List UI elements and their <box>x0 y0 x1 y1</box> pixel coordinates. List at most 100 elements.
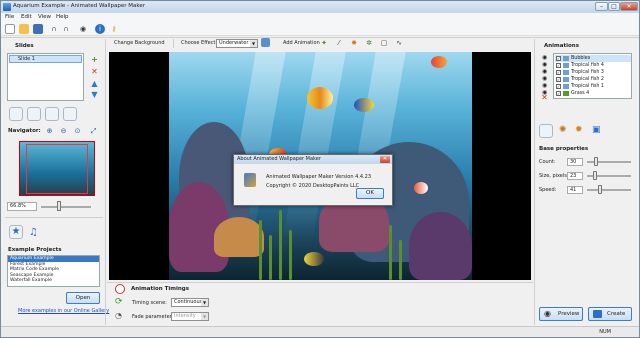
grass-animation-icon[interactable]: ✲ <box>364 38 374 48</box>
online-gallery-link[interactable]: More examples in our Online Gallery <box>18 308 109 314</box>
tropical-fish[interactable] <box>414 182 428 194</box>
move-down-icon[interactable]: ▼ <box>90 90 99 99</box>
count-field[interactable]: 30 <box>567 158 583 166</box>
preview-button[interactable]: ◉ Preview <box>539 307 583 321</box>
tropical-fish[interactable] <box>431 56 447 68</box>
checkbox[interactable]: ✓ <box>556 91 561 96</box>
timings-title: Animation Timings <box>131 286 190 292</box>
speed-slider-thumb[interactable] <box>598 185 603 194</box>
new-file-icon[interactable] <box>5 24 15 34</box>
close-button[interactable]: ✕ <box>620 2 638 11</box>
seaweed <box>389 225 392 280</box>
music-tab-icon[interactable]: ♫ <box>29 227 38 238</box>
save-icon[interactable] <box>33 24 43 34</box>
seaweed <box>279 210 282 280</box>
list-item[interactable]: ✓ Tropical fish 2 <box>555 76 631 83</box>
slides-list[interactable]: Slide 1 <box>7 53 84 101</box>
fade-parameter-label: Fade parameter: <box>132 314 174 320</box>
add-slide-icon[interactable]: + <box>90 55 99 64</box>
checkbox[interactable]: ✓ <box>556 56 561 61</box>
move-up-icon[interactable]: ▲ <box>90 79 99 88</box>
menu-edit[interactable]: Edit <box>21 14 32 20</box>
settings-tab-icon[interactable] <box>9 107 23 121</box>
fade-icon: ◔ <box>115 311 122 320</box>
zoom-out-icon[interactable]: ⊖ <box>59 127 68 136</box>
zoom-slider-track[interactable] <box>41 206 91 208</box>
menu-help[interactable]: Help <box>56 14 69 20</box>
timing-scene-select[interactable]: Continuous ▼ <box>171 298 209 307</box>
seaweed <box>399 240 402 280</box>
tropical-fish[interactable] <box>304 252 324 266</box>
zoom-slider-thumb[interactable] <box>57 201 61 211</box>
open-button[interactable]: Open <box>66 292 100 304</box>
motion-tab-icon[interactable]: ✹ <box>575 125 583 135</box>
speed-field[interactable]: 41 <box>567 186 583 194</box>
list-item[interactable]: ✓ Bubbles <box>555 55 631 62</box>
zoom-field[interactable]: 66.8% <box>7 202 37 211</box>
size-field[interactable]: 23 <box>567 172 583 180</box>
wave-animation-icon[interactable]: ∿ <box>394 38 404 48</box>
tropical-fish[interactable] <box>307 87 333 109</box>
properties-tab-icon[interactable] <box>539 124 553 138</box>
checkbox[interactable]: ✓ <box>556 77 561 82</box>
slideshow-tab-icon[interactable] <box>45 107 59 121</box>
redo-icon[interactable]: ∩ <box>61 24 71 34</box>
dialog-close-button[interactable]: ✕ <box>380 156 390 163</box>
change-background-button[interactable]: Change Background <box>114 40 165 46</box>
frame-animation-icon[interactable]: ▢ <box>379 38 389 48</box>
delete-slide-icon[interactable]: ✕ <box>90 67 99 76</box>
navigator-preview[interactable] <box>19 141 95 196</box>
effect-select[interactable]: Underwater ▼ <box>216 39 258 48</box>
open-folder-icon[interactable] <box>19 24 29 34</box>
info-icon[interactable]: i <box>95 24 105 34</box>
size-slider-thumb[interactable] <box>593 171 598 180</box>
clock-tab-icon[interactable] <box>27 107 41 121</box>
checkbox[interactable]: ✓ <box>556 84 561 89</box>
animation-icon <box>563 91 569 96</box>
checkbox[interactable]: ✓ <box>556 63 561 68</box>
example-projects-list[interactable]: Aquarium Example Forest Example Matrix C… <box>7 255 100 287</box>
fade-parameter-select[interactable]: Intensity ▼ <box>171 312 209 321</box>
tropical-fish[interactable] <box>354 98 374 112</box>
minimize-button[interactable]: – <box>595 2 608 11</box>
seaweed <box>289 230 292 280</box>
animation-icon <box>563 56 569 61</box>
create-button[interactable]: Create <box>588 307 632 321</box>
count-slider-thumb[interactable] <box>594 157 599 166</box>
maximize-button[interactable]: □ <box>608 2 620 11</box>
navigator-viewport[interactable] <box>26 144 88 194</box>
star-tab-icon[interactable]: ★ <box>9 225 23 239</box>
timing-scene-label: Timing scene: <box>132 300 167 306</box>
emitter-tab-icon[interactable]: ✺ <box>559 125 567 135</box>
bounds-tab-icon[interactable]: ▣ <box>592 125 601 135</box>
key-icon[interactable]: ⚷ <box>109 24 119 34</box>
coral-rock <box>409 212 472 280</box>
zoom-fit-icon[interactable]: ⊙ <box>73 127 82 136</box>
slide-item[interactable]: Slide 1 <box>9 55 82 63</box>
effect-settings-icon[interactable] <box>261 38 270 47</box>
seaweed <box>259 220 262 280</box>
animations-list[interactable]: ✓ Bubbles ✓ Tropical fish 4 ✓ Tropical f… <box>553 53 632 99</box>
list-item[interactable]: ✓ Tropical fish 1 <box>555 83 631 90</box>
app-logo-icon <box>244 173 256 187</box>
delete-animation-icon[interactable]: ✕ <box>540 93 549 102</box>
fire-animation-icon[interactable]: ✸ <box>349 38 359 48</box>
list-item[interactable]: ✓ Tropical fish 3 <box>555 69 631 76</box>
list-item[interactable]: ✓ Tropical fish 4 <box>555 62 631 69</box>
undo-icon[interactable]: ∩ <box>49 24 59 34</box>
export-tab-icon[interactable] <box>63 107 77 121</box>
fullscreen-icon[interactable]: ⤢ <box>89 127 98 136</box>
list-item[interactable]: ✓ Grass 4 <box>555 90 631 97</box>
speed-slider-track[interactable] <box>587 189 631 191</box>
menu-view[interactable]: View <box>38 14 51 20</box>
example-projects-title: Example Projects <box>8 247 62 253</box>
bubble-animation-icon[interactable]: ✦ <box>319 38 329 48</box>
list-item[interactable]: Waterfall Example <box>8 278 99 284</box>
menu-file[interactable]: File <box>5 14 14 20</box>
preview-eye-icon[interactable]: ◉ <box>78 24 88 34</box>
brush-animation-icon[interactable]: ⁄ <box>334 38 344 48</box>
zoom-in-icon[interactable]: ⊕ <box>45 127 54 136</box>
chevron-down-icon: ▼ <box>201 299 208 306</box>
ok-button[interactable]: OK <box>356 188 384 199</box>
checkbox[interactable]: ✓ <box>556 70 561 75</box>
